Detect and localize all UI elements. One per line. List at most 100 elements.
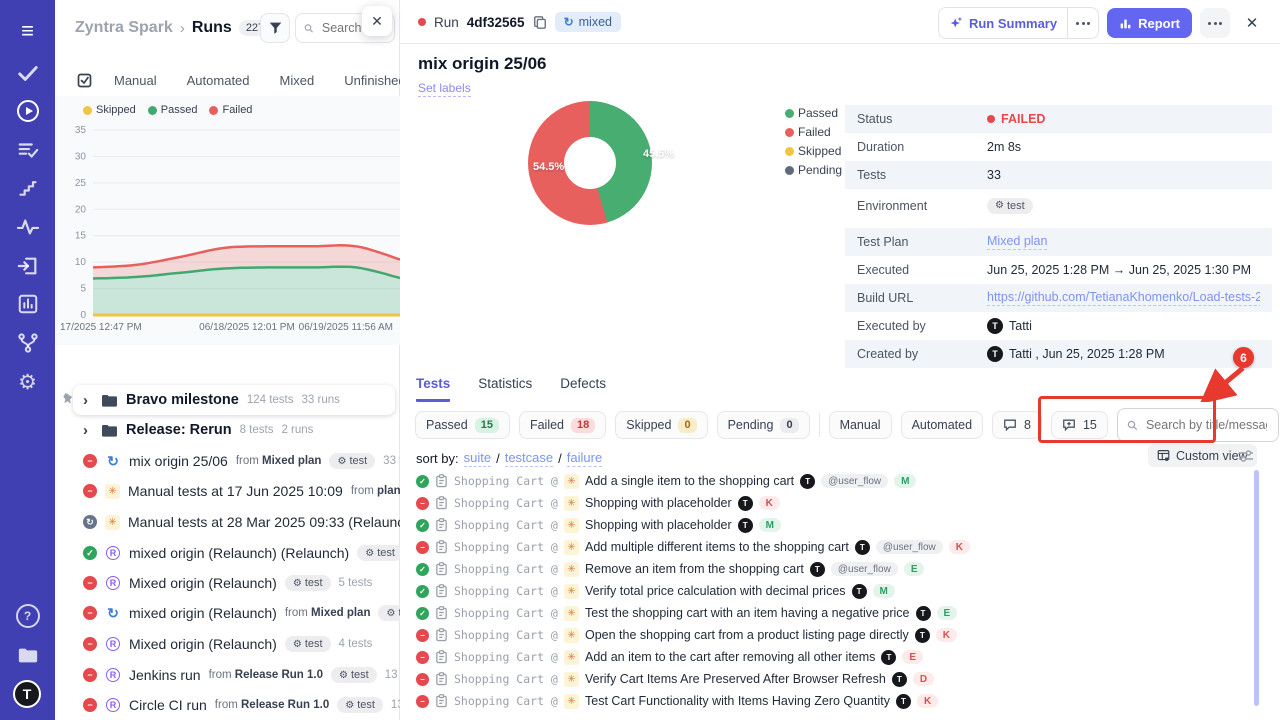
annotation-step-number: 6 [1233,347,1254,368]
run-row[interactable]: − ↻ mix origin 25/06 from Mixed plan ⚙te… [55,446,400,476]
test-title[interactable]: Add a single item to the shopping cart [585,474,794,488]
folder-icon[interactable] [0,642,55,668]
close-panel-button[interactable]: ✕ [362,6,392,36]
run-row[interactable]: − ✳ Manual tests at 17 Jun 2025 10:09 fr… [55,476,400,506]
menu-icon[interactable]: ≡ [0,18,55,44]
filter-comments-new[interactable]: 15 [1051,411,1108,439]
more-actions-button[interactable] [1200,8,1230,38]
run-title[interactable]: Manual tests at 17 Jun 2025 10:09 [128,483,343,499]
test-title[interactable]: Shopping with placeholder [585,518,732,532]
chevron-right-icon[interactable]: › [83,422,93,439]
run-title[interactable]: Manual tests at 28 Mar 2025 09:33 (Relau… [128,514,400,530]
filter-passed[interactable]: Passed15 [415,411,510,439]
filter-skipped[interactable]: Skipped0 [615,411,707,439]
test-row[interactable]: ✓ Shopping Cart @first… ✳ Shopping with … [416,514,1266,536]
tab-tests[interactable]: Tests [416,376,450,402]
test-title[interactable]: Open the shopping cart from a product li… [585,628,909,642]
run-title[interactable]: mixed origin (Relaunch) [129,605,277,621]
sort-suite-link[interactable]: suite [464,450,491,467]
test-row[interactable]: − Shopping Cart @first… ✳ Add multiple d… [416,536,1266,558]
gear-icon[interactable]: ⚙ [0,369,55,395]
tab-manual[interactable]: Manual [114,73,157,88]
test-row[interactable]: ✓ Shopping Cart @first… ✳ Add a single i… [416,470,1266,492]
test-title[interactable]: Verify Cart Items Are Preserved After Br… [585,672,886,686]
sort-failure-link[interactable]: failure [567,450,602,467]
sign-in-icon[interactable] [0,253,55,279]
run-summary-button[interactable]: Run Summary [938,7,1099,39]
close-run-button[interactable]: ✕ [1238,8,1266,38]
run-title[interactable]: mixed origin (Relaunch) (Relaunch) [129,545,349,561]
filter-comments[interactable]: 8 [992,411,1042,439]
test-plan-link[interactable]: Mixed plan [987,234,1047,250]
run-row[interactable]: − ↻ mixed origin (Relaunch) from Mixed p… [55,598,400,628]
tests-search-input[interactable] [1117,408,1279,442]
steps-icon[interactable] [0,175,55,201]
run-row[interactable]: − R Circle CI run from Release Run 1.0 ⚙… [55,690,400,720]
test-title[interactable]: Add an item to the cart after removing a… [585,650,875,664]
scrollbar-thumb[interactable] [1254,470,1259,706]
user-avatar[interactable]: T [13,680,41,708]
run-folder-row[interactable]: › Release: Rerun 8 tests 2 runs [55,415,400,445]
test-row[interactable]: − Shopping Cart @first… ✳ Test Cart Func… [416,690,1266,712]
help-icon[interactable]: ? [0,603,55,629]
check-icon[interactable] [0,60,55,86]
filter-manual[interactable]: Manual [829,411,892,439]
test-row[interactable]: − Shopping Cart @first… ✳ Shopping with … [416,492,1266,514]
run-row[interactable]: ↻ ✳ Manual tests at 28 Mar 2025 09:33 (R… [55,507,400,537]
run-title[interactable]: Mixed origin (Relaunch) [129,636,277,652]
test-row[interactable]: − Shopping Cart @first… ✳ Add an item to… [416,646,1266,668]
run-title[interactable]: mix origin 25/06 [129,453,228,469]
tab-unfinished[interactable]: Unfinished [344,73,405,88]
breadcrumb: Zyntra Spark › Runs 227 [75,19,271,37]
tests-search-field[interactable] [1144,417,1269,433]
run-row[interactable]: − R Mixed origin (Relaunch) ⚙test 4 test… [55,629,400,659]
sort-testcase-link[interactable]: testcase [505,450,553,467]
play-circle-icon[interactable] [0,98,55,124]
report-button[interactable]: Report [1107,8,1192,38]
tag-pill: @user_flow [831,562,898,576]
breadcrumb-app[interactable]: Zyntra Spark [75,19,173,37]
run-summary-more-button[interactable] [1067,8,1098,38]
select-runs-icon[interactable] [77,72,93,88]
test-row[interactable]: ✓ Shopping Cart @first… ✳ Test the shopp… [416,602,1266,624]
tab-mixed[interactable]: Mixed [280,73,315,88]
bar-chart-icon[interactable] [0,291,55,317]
tab-defects[interactable]: Defects [560,376,606,402]
list-check-icon[interactable] [0,137,55,163]
run-row[interactable]: − R Mixed origin (Relaunch) ⚙test 5 test… [55,568,400,598]
test-title[interactable]: Test the shopping cart with an item havi… [585,606,910,620]
run-row[interactable]: − R Jenkins run from Release Run 1.0 ⚙te… [55,660,400,690]
folder-title[interactable]: Bravo milestone [126,392,239,408]
folder-title[interactable]: Release: Rerun [126,422,232,438]
manual-test-icon: ✳ [564,540,579,555]
test-row[interactable]: − Shopping Cart @first… ✳ Open the shopp… [416,624,1266,646]
view-settings-icon[interactable] [1238,448,1254,469]
build-url-link[interactable]: https://github.com/TetianaKhomenko/Load-… [987,290,1260,306]
test-title[interactable]: Add multiple different items to the shop… [585,540,849,554]
run-row[interactable]: ✓ R mixed origin (Relaunch) (Relaunch) ⚙… [55,538,400,568]
activity-icon[interactable] [0,214,55,240]
test-title[interactable]: Verify total price calculation with deci… [585,584,846,598]
test-row[interactable]: − Shopping Cart @first… ✳ Verify Cart It… [416,668,1266,690]
filter-pending[interactable]: Pending0 [717,411,810,439]
test-row[interactable]: ✓ Shopping Cart @first… ✳ Remove an item… [416,558,1266,580]
run-title[interactable]: Circle CI run [129,697,207,713]
test-title[interactable]: Remove an item from the shopping cart [585,562,804,576]
tab-statistics[interactable]: Statistics [478,376,532,402]
folder-icon [101,393,118,408]
run-folder-row[interactable]: › Bravo milestone 124 tests 33 runs [73,385,395,415]
test-row[interactable]: ✓ Shopping Cart @first… ✳ Verify total p… [416,580,1266,602]
set-labels-link[interactable]: Set labels [418,81,471,97]
copy-icon[interactable] [533,15,547,30]
breadcrumb-separator: › [180,20,185,37]
test-title[interactable]: Test Cart Functionality with Items Havin… [585,694,890,708]
filter-failed[interactable]: Failed18 [519,411,606,439]
filter-automated[interactable]: Automated [901,411,983,439]
filter-button[interactable] [260,13,290,43]
run-title[interactable]: Jenkins run [129,667,201,683]
git-fork-icon[interactable] [0,330,55,356]
chevron-right-icon[interactable]: › [83,392,93,409]
run-title[interactable]: Mixed origin (Relaunch) [129,575,277,591]
test-title[interactable]: Shopping with placeholder [585,496,732,510]
tab-automated[interactable]: Automated [187,73,250,88]
